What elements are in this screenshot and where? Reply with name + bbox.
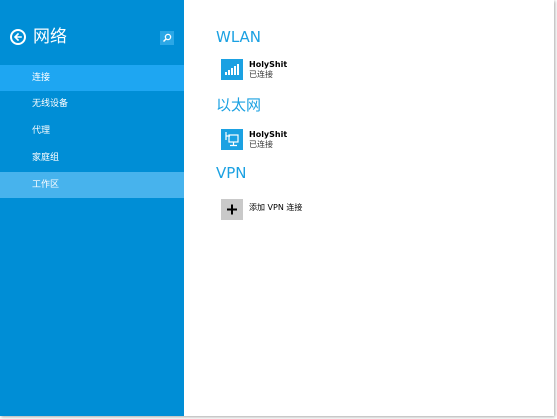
settings-window: 网络 连接 无线设备 代理 家庭组 工作区 WLAN HolyShit 已连接 … [0, 0, 554, 416]
section-title-ethernet: 以太网 [216, 96, 262, 114]
network-status: 已连接 [249, 70, 273, 79]
page-title: 网络 [33, 27, 67, 47]
sidebar-item-wireless-devices[interactable]: 无线设备 [0, 91, 184, 117]
sidebar-item-connections[interactable]: 连接 [0, 65, 184, 91]
network-name: HolyShit [249, 60, 288, 69]
sidebar-item-label: 工作区 [32, 180, 60, 190]
main-content: WLAN HolyShit 已连接 以太网 HolyShit 已连接 VPN 添… [184, 0, 554, 416]
section-title-wlan: WLAN [216, 28, 262, 46]
plus-tile [221, 199, 243, 220]
sidebar-item-label: 连接 [32, 73, 51, 83]
ethernet-icon [225, 132, 239, 147]
wifi-signal-icon [225, 64, 239, 75]
sidebar-item-homegroup[interactable]: 家庭组 [0, 145, 184, 171]
ethernet-tile [221, 129, 243, 150]
section-title-vpn: VPN [216, 164, 247, 182]
sidebar-item-label: 代理 [32, 126, 51, 136]
network-status: 已连接 [249, 140, 273, 149]
sidebar-item-label: 家庭组 [32, 153, 60, 163]
search-icon [162, 33, 172, 43]
back-arrow-icon [13, 32, 22, 42]
back-button[interactable] [10, 29, 26, 45]
sidebar-item-label: 无线设备 [32, 99, 69, 109]
sidebar-item-workplace[interactable]: 工作区 [0, 172, 184, 198]
add-vpn-label: 添加 VPN 连接 [249, 203, 303, 212]
wifi-signal-tile [221, 59, 243, 80]
plus-icon [227, 204, 237, 215]
sidebar: 网络 连接 无线设备 代理 家庭组 工作区 [0, 0, 184, 416]
sidebar-item-proxy[interactable]: 代理 [0, 118, 184, 144]
search-button[interactable] [160, 31, 174, 45]
network-name: HolyShit [249, 130, 288, 139]
